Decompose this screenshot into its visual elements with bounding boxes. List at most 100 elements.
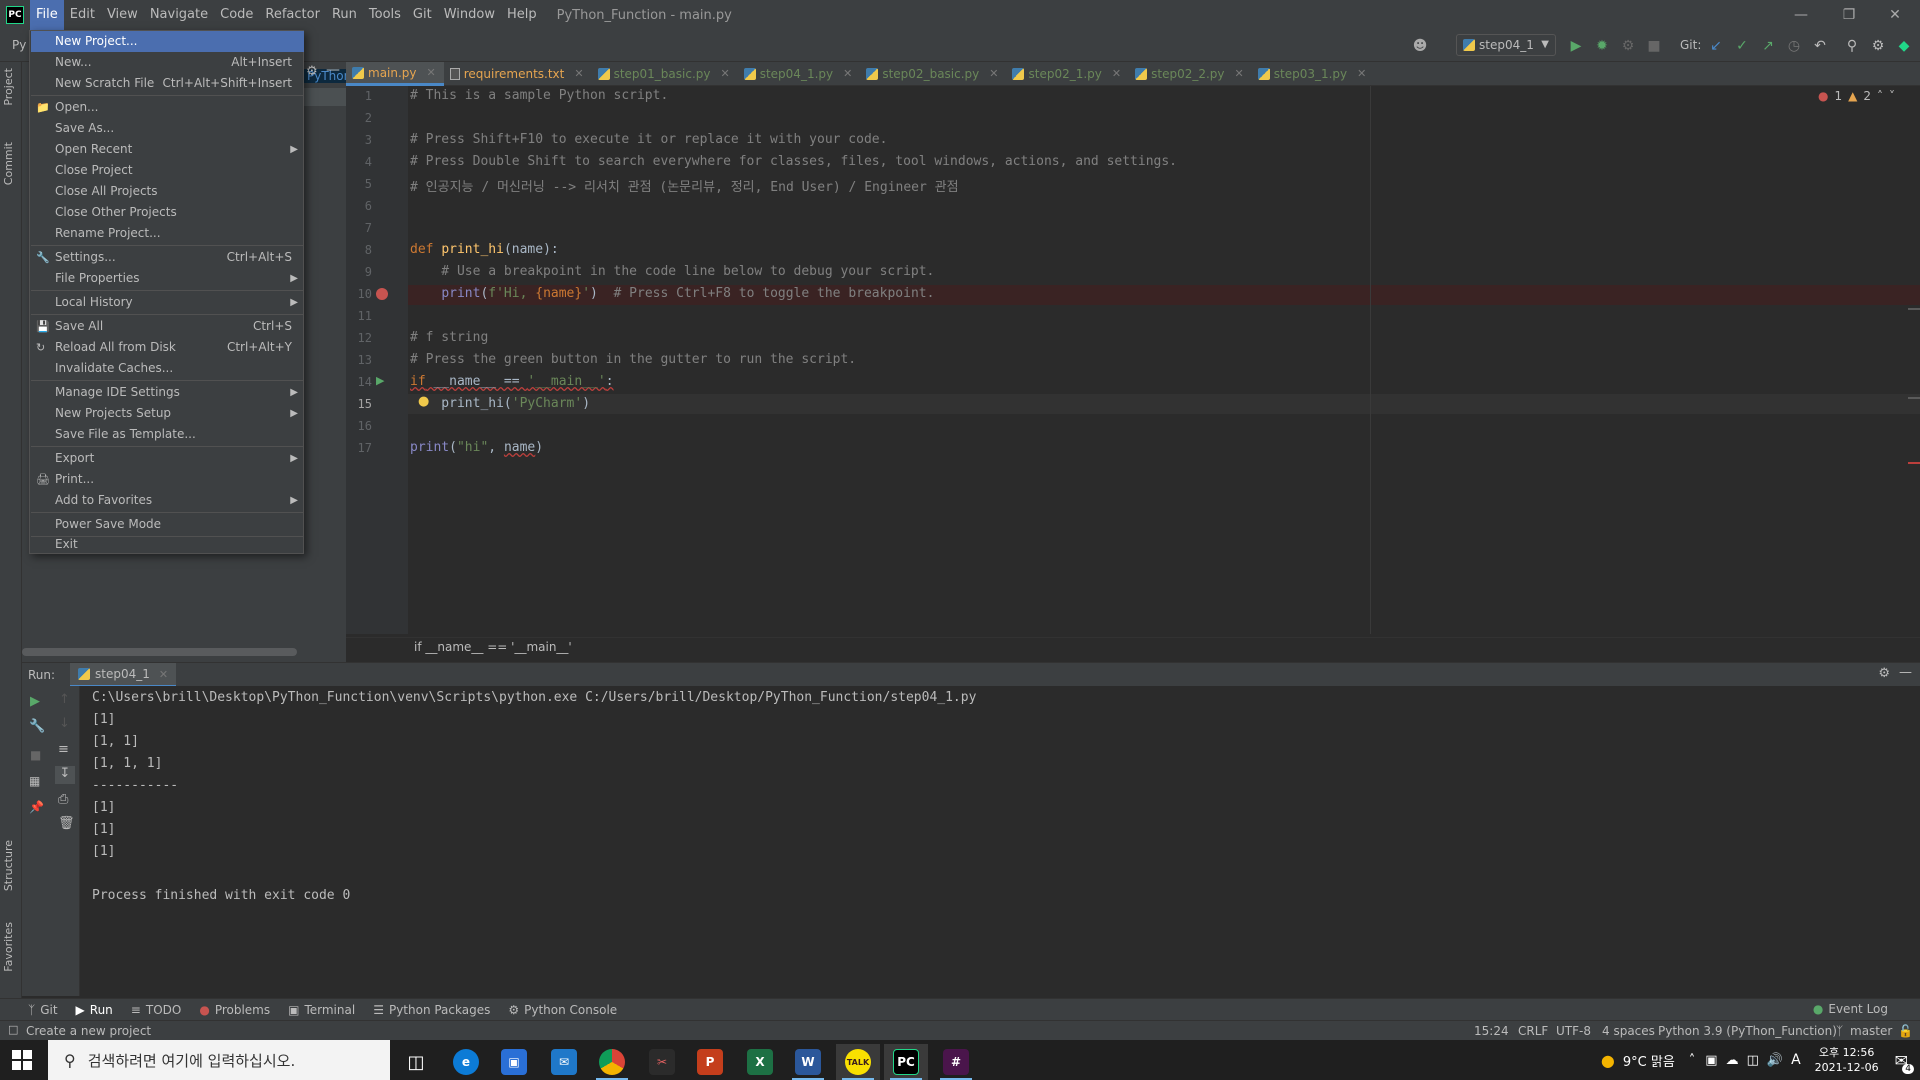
git-branch[interactable]: master	[1850, 1024, 1892, 1038]
tool-tab-python-packages[interactable]: ☰ Python Packages	[373, 1003, 490, 1017]
menu-item-print[interactable]: 🖨 Print...	[31, 469, 304, 490]
close-tab-icon[interactable]: ✕	[574, 62, 583, 86]
menu-item-open-recent[interactable]: Open Recent ▶	[31, 139, 304, 160]
file-encoding[interactable]: UTF-8	[1556, 1024, 1591, 1038]
coverage-icon[interactable]: ⚙	[1620, 38, 1636, 54]
menu-run[interactable]: Run	[326, 0, 363, 30]
menu-item-close-all-projects[interactable]: Close All Projects	[31, 181, 304, 202]
search-icon[interactable]: ⚲	[1844, 38, 1860, 54]
code-editor[interactable]: # This is a sample Python script. # Pres…	[408, 86, 1920, 634]
editor-tab-step04-1[interactable]: step04_1.py ✕	[738, 62, 861, 86]
restore-icon[interactable]: ❐	[1826, 0, 1872, 30]
editor-tab-step01-basic[interactable]: step01_basic.py ✕	[592, 62, 738, 86]
ime-indicator[interactable]: A	[1791, 1052, 1801, 1068]
stop-icon[interactable]: ■	[30, 748, 41, 762]
menu-item-exit[interactable]: Exit	[31, 534, 304, 555]
breadcrumb[interactable]: if __name__ == '__main__'	[414, 640, 572, 654]
line-separator[interactable]: CRLF	[1518, 1024, 1548, 1038]
editor-tab-step03-1[interactable]: step03_1.py ✕	[1252, 62, 1375, 86]
layout-icon[interactable]: ▦	[29, 774, 40, 788]
favorites-tool-tab[interactable]: Favorites	[2, 922, 15, 972]
project-tool-tab[interactable]: Project	[2, 68, 15, 106]
close-tab-icon[interactable]: ✕	[843, 62, 852, 86]
run-gutter-icon[interactable]: ▶	[376, 374, 384, 387]
close-tab-icon[interactable]: ✕	[721, 62, 730, 86]
history-icon[interactable]: ◷	[1786, 38, 1802, 54]
weather-text[interactable]: 9°C 맑음	[1623, 1051, 1675, 1070]
editor-tab-step02-basic[interactable]: step02_basic.py ✕	[860, 62, 1006, 86]
chrome-icon[interactable]	[590, 1044, 634, 1080]
kakaotalk-icon[interactable]: TALK	[836, 1044, 880, 1080]
status-panel-icon[interactable]: □	[8, 1023, 18, 1036]
breakpoint-icon[interactable]	[376, 288, 388, 300]
windows-start-icon[interactable]	[12, 1050, 32, 1070]
tool-tab-python-console[interactable]: ⚙ Python Console	[508, 1003, 617, 1017]
menu-item-new[interactable]: New... Alt+Insert	[31, 52, 304, 73]
menu-edit[interactable]: Edit	[64, 0, 101, 30]
menu-item-local-history[interactable]: Local History ▶	[31, 292, 304, 313]
tool-tab-todo[interactable]: ≡ TODO	[131, 1003, 182, 1017]
menu-code[interactable]: Code	[214, 0, 259, 30]
network-icon[interactable]: ◫	[1747, 1053, 1759, 1068]
menu-help[interactable]: Help	[501, 0, 543, 30]
close-icon[interactable]: ✕	[1872, 0, 1918, 30]
hide-panel-icon[interactable]: —	[1899, 665, 1912, 680]
menu-tools[interactable]: Tools	[363, 0, 407, 30]
trash-icon[interactable]: 🗑	[58, 816, 75, 831]
close-tab-icon[interactable]: ✕	[427, 61, 436, 85]
run-console[interactable]: C:\Users\brill\Desktop\PyThon_Function\v…	[80, 686, 1920, 996]
menu-item-close-other-projects[interactable]: Close Other Projects	[31, 202, 304, 223]
menu-item-file-properties[interactable]: File Properties ▶	[31, 268, 304, 289]
git-push-icon[interactable]: ↗	[1760, 38, 1776, 54]
hide-panel-icon[interactable]: —	[326, 62, 340, 78]
menu-git[interactable]: Git	[407, 0, 438, 30]
pycharm-taskbar-icon[interactable]: PC	[884, 1044, 928, 1080]
close-tab-icon[interactable]: ✕	[159, 668, 168, 681]
menu-view[interactable]: View	[101, 0, 144, 30]
excel-icon[interactable]: X	[738, 1044, 782, 1080]
rollback-icon[interactable]: ↶	[1812, 38, 1828, 54]
powerpoint-icon[interactable]: P	[688, 1044, 732, 1080]
lightbulb-icon[interactable]: ●	[418, 394, 429, 409]
volume-icon[interactable]: 🔊	[1767, 1053, 1783, 1068]
inspection-widget[interactable]: ● 1 ▲ 2 ˄ ˅	[1818, 89, 1895, 103]
notification-center[interactable]: ✉ 4	[1895, 1051, 1914, 1074]
minimize-icon[interactable]: —	[1778, 0, 1824, 30]
caret-position[interactable]: 15:24	[1474, 1024, 1509, 1038]
menu-navigate[interactable]: Navigate	[144, 0, 214, 30]
menu-item-invalidate-caches[interactable]: Invalidate Caches...	[31, 358, 304, 379]
onedrive-icon[interactable]: ☁	[1726, 1053, 1739, 1068]
menu-item-add-to-favorites[interactable]: Add to Favorites ▶	[31, 490, 304, 511]
stop-icon[interactable]: ■	[1646, 38, 1662, 54]
menu-item-manage-ide-settings[interactable]: Manage IDE Settings ▶	[31, 382, 304, 403]
menu-file[interactable]: File	[30, 0, 64, 30]
chevron-up-icon[interactable]: ˄	[1689, 1053, 1696, 1068]
chevron-down-icon[interactable]: ˅	[1889, 89, 1895, 103]
rerun-icon[interactable]: ▶	[30, 694, 40, 709]
menu-item-new-projects-setup[interactable]: New Projects Setup ▶	[31, 403, 304, 424]
menu-item-rename-project[interactable]: Rename Project...	[31, 223, 304, 244]
event-log-button[interactable]: ● Event Log	[1813, 1002, 1888, 1016]
project-name-stub[interactable]: Py	[12, 38, 26, 52]
jetbrains-icon[interactable]: ◆	[1896, 38, 1912, 54]
menu-item-save-as[interactable]: Save As...	[31, 118, 304, 139]
git-update-icon[interactable]: ↙	[1708, 38, 1724, 54]
tool-tab-terminal[interactable]: ▣ Terminal	[288, 1003, 355, 1017]
slack-icon[interactable]: #	[934, 1044, 978, 1080]
menu-item-new-scratch-file[interactable]: New Scratch File Ctrl+Alt+Shift+Insert	[31, 73, 304, 94]
close-tab-icon[interactable]: ✕	[1235, 62, 1244, 86]
edge-icon[interactable]: e	[444, 1044, 488, 1080]
run-icon[interactable]: ▶	[1568, 38, 1584, 54]
menu-item-settings[interactable]: 🔧 Settings... Ctrl+Alt+S	[31, 247, 304, 268]
project-settings-icon[interactable]: ⚙	[306, 64, 318, 79]
user-icon[interactable]: ☻	[1412, 38, 1428, 54]
commit-tool-tab[interactable]: Commit	[2, 142, 15, 185]
clock[interactable]: 오후 12:56 2021-12-06	[1815, 1045, 1879, 1075]
menu-window[interactable]: Window	[438, 0, 501, 30]
store-icon[interactable]: ▣	[492, 1044, 536, 1080]
scroll-to-end-icon[interactable]: ↧	[55, 766, 75, 784]
menu-item-open[interactable]: 📁 Open...	[31, 97, 304, 118]
arrow-up-icon[interactable]: ↑	[59, 692, 70, 707]
menu-item-save-all[interactable]: 💾 Save All Ctrl+S	[31, 316, 304, 337]
python-interpreter[interactable]: Python 3.9 (PyThon_Function)	[1658, 1024, 1837, 1038]
